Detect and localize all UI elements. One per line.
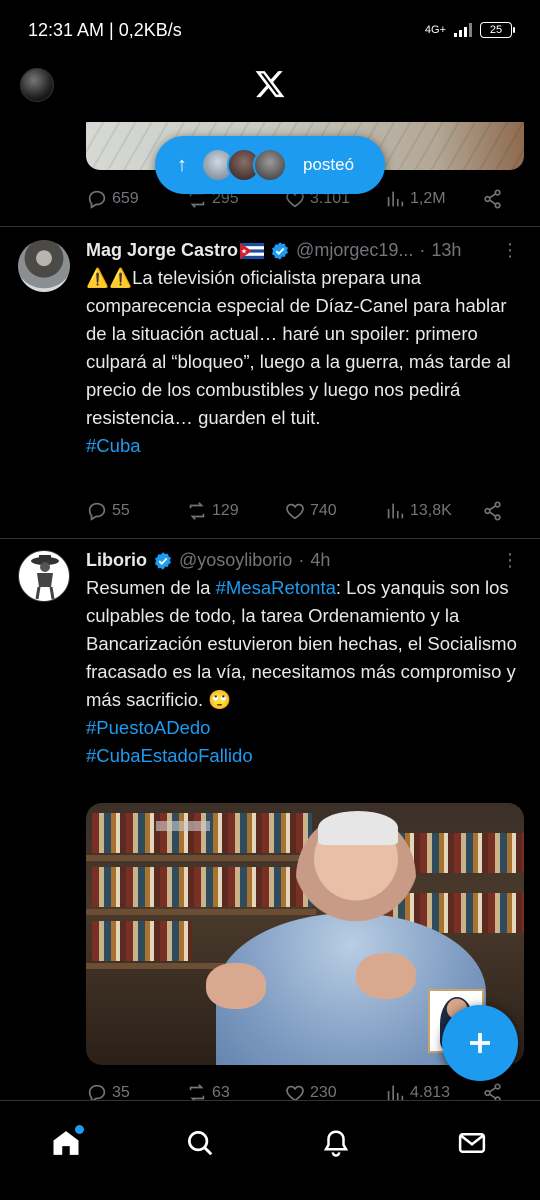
reply-button[interactable]: 659 (86, 188, 139, 210)
views-button[interactable]: 1,2M (384, 188, 446, 210)
hashtag-link[interactable]: #MesaRetonta (216, 577, 336, 598)
avatar[interactable] (18, 550, 70, 602)
battery-level: 25 (489, 24, 503, 36)
shelf (86, 909, 316, 915)
tweet-time[interactable]: 4h (310, 550, 330, 571)
bookshelf (92, 813, 312, 853)
battery-icon: 25 (480, 22, 515, 38)
new-posts-pill[interactable]: ↑ posteó (155, 136, 385, 194)
verified-badge-icon (155, 551, 171, 570)
tweet-text: ⚠️⚠️La televisión oficialista prepara un… (86, 264, 526, 460)
views-count: 1,2M (410, 190, 446, 207)
separator-dot: · (419, 240, 426, 260)
tweet-actions: 55 129 740 13,8K (86, 496, 516, 526)
bottom-nav (0, 1100, 540, 1200)
reply-button[interactable]: 55 (86, 500, 130, 522)
signal-icon (454, 23, 472, 37)
speaker-hand (206, 963, 266, 1009)
avatar (253, 148, 287, 182)
verified-badge-icon (272, 241, 289, 260)
speaker-hair (318, 811, 398, 845)
tweet-text-content: ⚠️⚠️La televisión oficialista prepara un… (86, 267, 511, 428)
author-handle[interactable]: @mjorgec19... (296, 240, 413, 261)
repost-button[interactable]: 129 (186, 500, 239, 522)
tweet-text: Resumen de la #MesaRetonta: Los yanquis … (86, 574, 526, 770)
views-icon (387, 191, 404, 207)
more-icon[interactable]: ⋮ (501, 550, 519, 571)
views-button[interactable]: 13,8K (384, 500, 452, 522)
repost-count: 129 (212, 502, 239, 519)
like-icon (286, 503, 304, 520)
pill-avatars (201, 148, 287, 182)
nav-home[interactable] (46, 1123, 86, 1163)
status-indicators: 4G+ 25 (424, 22, 515, 38)
reply-count: 55 (112, 502, 130, 519)
hashtag-link[interactable]: #PuestoADedo (86, 717, 210, 738)
status-bar: 12:31 AM | 0,2KB/s 4G+ 25 (0, 0, 540, 60)
notification-dot (75, 1125, 84, 1134)
app-header (0, 60, 540, 110)
author-name[interactable]: Liborio (86, 550, 147, 571)
compose-icon (470, 1033, 490, 1053)
like-button[interactable]: 740 (284, 500, 337, 522)
tweet-header: Mag Jorge Castro @mjorgec19... · 13h (86, 240, 461, 261)
messages-icon (458, 1133, 486, 1153)
repost-icon (189, 502, 205, 520)
bookshelf (92, 921, 192, 961)
tweet-time[interactable]: 13h (431, 240, 461, 261)
reply-count: 659 (112, 190, 139, 207)
views-count: 13,8K (410, 502, 452, 519)
share-icon (484, 189, 501, 209)
network-type: 4G+ (424, 24, 446, 36)
nav-messages[interactable] (452, 1123, 492, 1163)
like-count: 740 (310, 502, 337, 519)
liborio-avatar-icon (31, 555, 59, 600)
hashtag-link[interactable]: #Cuba (86, 435, 141, 456)
nav-notifications[interactable] (316, 1123, 356, 1163)
share-button[interactable] (482, 500, 504, 522)
tweet[interactable]: Mag Jorge Castro @mjorgec19... · 13h ⋮ ⚠… (0, 226, 540, 538)
author-handle[interactable]: @yosoyliborio (179, 550, 292, 571)
tweet-header: Liborio @yosoyliborio · 4h (86, 550, 330, 571)
compose-button[interactable] (442, 1005, 518, 1081)
pill-label: posteó (303, 155, 355, 174)
search-icon (188, 1131, 213, 1156)
separator-dot: · (298, 550, 305, 570)
video-logo (156, 821, 210, 831)
status-time: 12:31 AM | 0,2KB/s (28, 19, 182, 40)
reply-icon (88, 502, 106, 521)
tweet-text-pre: Resumen de la (86, 577, 216, 598)
avatar[interactable] (18, 240, 70, 292)
reply-icon (88, 190, 106, 209)
bookshelf (92, 867, 312, 907)
cuba-flag-icon (240, 242, 265, 259)
arrow-up-icon: ↑ (177, 153, 187, 176)
share-button[interactable] (482, 188, 504, 210)
nav-search[interactable] (180, 1123, 220, 1163)
more-icon[interactable]: ⋮ (501, 240, 519, 261)
profile-avatar[interactable] (20, 68, 54, 102)
author-name[interactable]: Mag Jorge Castro (86, 240, 238, 261)
shelf (86, 855, 316, 861)
notifications-icon (323, 1130, 349, 1157)
views-icon (387, 503, 404, 519)
hashtag-link[interactable]: #CubaEstadoFallido (86, 745, 253, 766)
share-icon (484, 501, 501, 521)
x-logo[interactable] (254, 68, 286, 100)
speaker-hand (356, 953, 416, 999)
